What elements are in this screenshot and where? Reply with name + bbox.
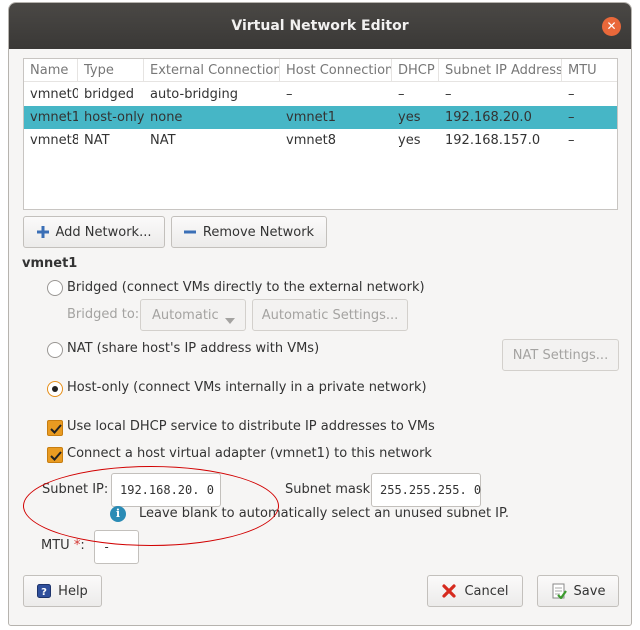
remove-network-label: Remove Network (202, 224, 315, 240)
column-header-name[interactable]: Name (24, 59, 78, 82)
column-header-mtu[interactable]: MTU (562, 59, 619, 82)
cell-mtu: – (568, 133, 575, 148)
save-icon (551, 583, 567, 599)
connect-adapter-checkbox[interactable] (47, 447, 63, 463)
info-icon: i (110, 506, 126, 522)
cell-subnet-ip: 192.168.157.0 (445, 133, 541, 148)
automatic-settings-button[interactable]: Automatic Settings... (252, 299, 408, 331)
add-network-label: Add Network... (55, 224, 152, 240)
cell-name: vmnet0 (30, 87, 78, 102)
use-dhcp-label[interactable]: Use local DHCP service to distribute IP … (67, 419, 435, 434)
cell-host-connection: vmnet8 (286, 133, 336, 148)
cell-type: host-only (84, 110, 144, 125)
column-header-type[interactable]: Type (78, 59, 144, 82)
nat-label[interactable]: NAT (share host's IP address with VMs) (67, 341, 319, 356)
host-only-label[interactable]: Host-only (connect VMs internally in a p… (67, 380, 427, 395)
save-button[interactable]: Save (537, 575, 619, 607)
cell-name: vmnet8 (30, 133, 78, 148)
table-row-selected[interactable]: vmnet1 host-only none vmnet1 yes 192.168… (24, 106, 617, 129)
section-title: vmnet1 (22, 256, 78, 271)
cell-type: NAT (84, 133, 110, 148)
nat-settings-label: NAT Settings... (512, 347, 609, 363)
cell-mtu: – (568, 110, 575, 125)
cancel-button[interactable]: Cancel (427, 575, 523, 607)
cell-host-connection: vmnet1 (286, 110, 336, 125)
subnet-hint: Leave blank to automatically select an u… (139, 506, 509, 521)
bridged-to-label: Bridged to: (67, 307, 140, 322)
cell-external-connection: NAT (150, 133, 176, 148)
title-bar: Virtual Network Editor ✕ (9, 3, 631, 49)
chevron-down-icon (225, 313, 235, 328)
cancel-label: Cancel (464, 583, 509, 599)
help-button[interactable]: ? Help (23, 575, 102, 607)
nat-radio[interactable] (47, 342, 63, 358)
svg-text:?: ? (41, 587, 47, 598)
x-icon (441, 583, 457, 599)
bridged-to-value: Automatic (152, 307, 219, 323)
save-label: Save (573, 583, 606, 599)
automatic-settings-label: Automatic Settings... (261, 307, 399, 323)
cell-external-connection: none (150, 110, 183, 125)
add-network-button[interactable]: Add Network... (23, 216, 165, 248)
table-header: Name Type External Connection Host Conne… (24, 59, 617, 82)
column-header-dhcp[interactable]: DHCP (392, 59, 439, 82)
plus-icon (36, 226, 49, 238)
table-row[interactable]: vmnet0 bridged auto-bridging – – – – (24, 83, 617, 106)
virtual-network-editor-window: Virtual Network Editor ✕ Name Type Exter… (8, 2, 632, 626)
subnet-ip-input[interactable]: 192.168.20. 0 (111, 473, 221, 507)
subnet-mask-input[interactable]: 255.255.255. 0 (371, 473, 481, 507)
cell-dhcp: – (398, 87, 405, 102)
table-row[interactable]: vmnet8 NAT NAT vmnet8 yes 192.168.157.0 … (24, 129, 617, 152)
subnet-ip-label: Subnet IP: (42, 482, 109, 497)
help-label: Help (58, 583, 88, 599)
cell-type: bridged (84, 87, 134, 102)
cell-dhcp: yes (398, 133, 421, 148)
cell-host-connection: – (286, 87, 293, 102)
minus-icon (183, 226, 196, 238)
cell-subnet-ip: – (445, 87, 452, 102)
help-icon: ? (37, 584, 52, 598)
window-title: Virtual Network Editor (231, 18, 409, 34)
mtu-label-colon: : (80, 538, 85, 553)
mtu-label-text: MTU (41, 538, 70, 553)
cell-dhcp: yes (398, 110, 421, 125)
column-header-host-connection[interactable]: Host Connection (280, 59, 392, 82)
column-header-external-connection[interactable]: External Connection (144, 59, 280, 82)
bridged-to-dropdown[interactable]: Automatic (140, 299, 246, 331)
cell-subnet-ip: 192.168.20.0 (445, 110, 532, 125)
remove-network-button[interactable]: Remove Network (171, 216, 327, 248)
column-header-subnet-ip[interactable]: Subnet IP Address (439, 59, 562, 82)
connect-adapter-label[interactable]: Connect a host virtual adapter (vmnet1) … (67, 446, 432, 461)
bridged-radio[interactable] (47, 280, 63, 296)
close-button[interactable]: ✕ (602, 17, 621, 36)
bridged-label[interactable]: Bridged (connect VMs directly to the ext… (67, 280, 425, 295)
nat-settings-button[interactable]: NAT Settings... (502, 339, 619, 371)
host-only-radio[interactable] (47, 381, 63, 397)
cell-external-connection: auto-bridging (150, 87, 239, 102)
cell-mtu: – (568, 87, 575, 102)
subnet-mask-label: Subnet mask: (285, 482, 375, 497)
cell-name: vmnet1 (30, 110, 78, 125)
close-icon: ✕ (606, 19, 617, 33)
mtu-label: MTU *: (41, 538, 85, 553)
network-table: Name Type External Connection Host Conne… (23, 58, 618, 210)
use-dhcp-checkbox[interactable] (47, 420, 63, 436)
mtu-input[interactable]: - (94, 530, 139, 564)
